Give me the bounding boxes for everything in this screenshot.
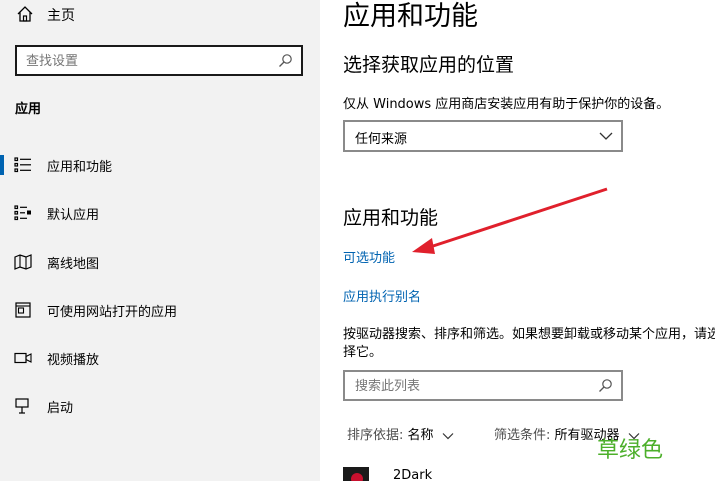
app-list-search-input[interactable] [355,377,575,395]
search-sort-description: 按驱动器搜索、排序和筛选。如果想要卸载或移动某个应用，请选择它。 [343,327,715,360]
optional-features-link[interactable]: 可选功能 [343,247,395,266]
settings-search-box[interactable] [15,45,303,76]
search-icon[interactable] [598,378,613,393]
sidebar-home[interactable]: 主页 [0,0,320,30]
app-execution-aliases-link[interactable]: 应用执行别名 [343,286,421,305]
sidebar-item-default-apps[interactable]: 默认应用 [0,193,320,233]
sidebar-item-offline-maps[interactable]: 离线地图 [0,242,320,282]
page-title: 应用和功能 [343,1,478,32]
apps-features-icon [14,157,32,173]
sidebar-item-label: 离线地图 [47,257,100,272]
apps-for-websites-icon [14,302,32,318]
main-content: 应用和功能 选择获取应用的位置 仅从 Windows 应用商店安装应用有助于保护… [320,0,715,481]
sidebar-item-label: 视频播放 [47,353,100,368]
sidebar-item-label: 应用和功能 [47,160,113,175]
home-icon [16,5,34,23]
choose-location-description: 仅从 Windows 应用商店安装应用有助于保护你的设备。 [343,97,670,112]
filter-by-label: 筛选条件: [494,428,551,443]
sidebar-item-label: 可使用网站打开的应用 [47,305,178,320]
default-apps-icon [14,205,32,221]
sidebar-home-label: 主页 [47,8,75,24]
sidebar-section-title: 应用 [15,102,42,117]
offline-maps-icon [14,254,32,270]
sidebar-item-apps-for-websites[interactable]: 可使用网站打开的应用 [0,290,320,330]
app-source-dropdown[interactable]: 任何来源 [343,120,623,152]
sidebar-item-video-playback[interactable]: 视频播放 [0,338,320,378]
app-name: 2Dark [393,468,433,481]
startup-icon [14,398,32,414]
sidebar-item-label: 默认应用 [47,208,100,223]
sort-by-value: 名称 [407,428,434,443]
app-icon [343,467,369,481]
search-icon[interactable] [278,53,293,68]
watermark-text: 草绿色 [597,438,664,463]
chevron-down-icon [442,431,454,441]
sidebar-item-apps-features[interactable]: 应用和功能 [0,145,320,185]
app-list-item[interactable]: 2Dark [343,465,713,481]
sidebar: 主页 应用 应用和功能 默认应用 离线地图 可使用网站打开的应用 [0,0,320,481]
chevron-down-icon [599,130,613,142]
sort-by-label: 排序依据: [347,428,404,443]
apps-features-heading: 应用和功能 [343,207,439,229]
app-source-value: 任何来源 [355,132,408,147]
sidebar-item-label: 启动 [47,401,74,416]
sort-by-control[interactable]: 排序依据: 名称 [347,424,454,443]
app-list-search-box[interactable] [343,370,623,401]
sidebar-item-startup[interactable]: 启动 [0,386,320,426]
settings-search-input[interactable] [26,52,266,70]
choose-location-heading: 选择获取应用的位置 [343,54,515,76]
video-playback-icon [14,350,32,366]
